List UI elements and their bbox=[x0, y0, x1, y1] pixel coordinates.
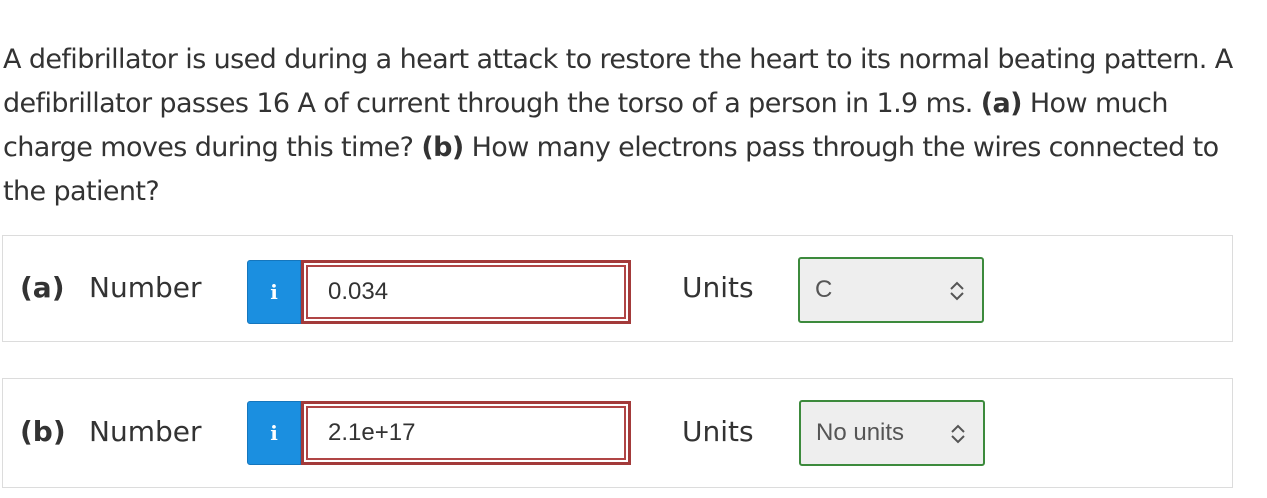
part-a-units-select[interactable]: C bbox=[798, 257, 984, 323]
info-icon: i bbox=[270, 280, 278, 304]
part-a-label: (a) bbox=[20, 271, 65, 304]
part-b-label: (b) bbox=[20, 415, 66, 448]
part-a-answer-row: (a) Number i 0.034 Units C bbox=[2, 235, 1233, 342]
part-b-answer-value: 2.1e+17 bbox=[328, 419, 416, 446]
part-b-units-select[interactable]: No units bbox=[799, 400, 985, 466]
question-text: A defibrillator is used during a heart a… bbox=[3, 38, 1243, 214]
part-b-answer-field[interactable]: 2.1e+17 bbox=[301, 401, 631, 465]
chevron-up-down-icon bbox=[951, 424, 965, 444]
part-a-number-label: Number bbox=[89, 271, 202, 304]
info-icon: i bbox=[270, 421, 278, 445]
part-a-info-button[interactable]: i bbox=[247, 260, 301, 324]
part-b-number-label: Number bbox=[89, 415, 202, 448]
question-part-a-marker: (a) bbox=[980, 88, 1023, 119]
part-a-answer-value: 0.034 bbox=[328, 278, 389, 305]
part-a-units-label: Units bbox=[682, 271, 754, 304]
part-b-units-label: Units bbox=[682, 415, 754, 448]
part-b-units-value: No units bbox=[816, 419, 905, 446]
chevron-up-down-icon bbox=[950, 281, 964, 301]
part-a-answer-field[interactable]: 0.034 bbox=[301, 260, 631, 324]
part-b-answer-row: (b) Number i 2.1e+17 Units No units bbox=[2, 378, 1233, 488]
question-part-b-marker: (b) bbox=[421, 132, 464, 163]
part-b-info-button[interactable]: i bbox=[247, 401, 301, 465]
part-a-units-value: C bbox=[815, 276, 833, 303]
